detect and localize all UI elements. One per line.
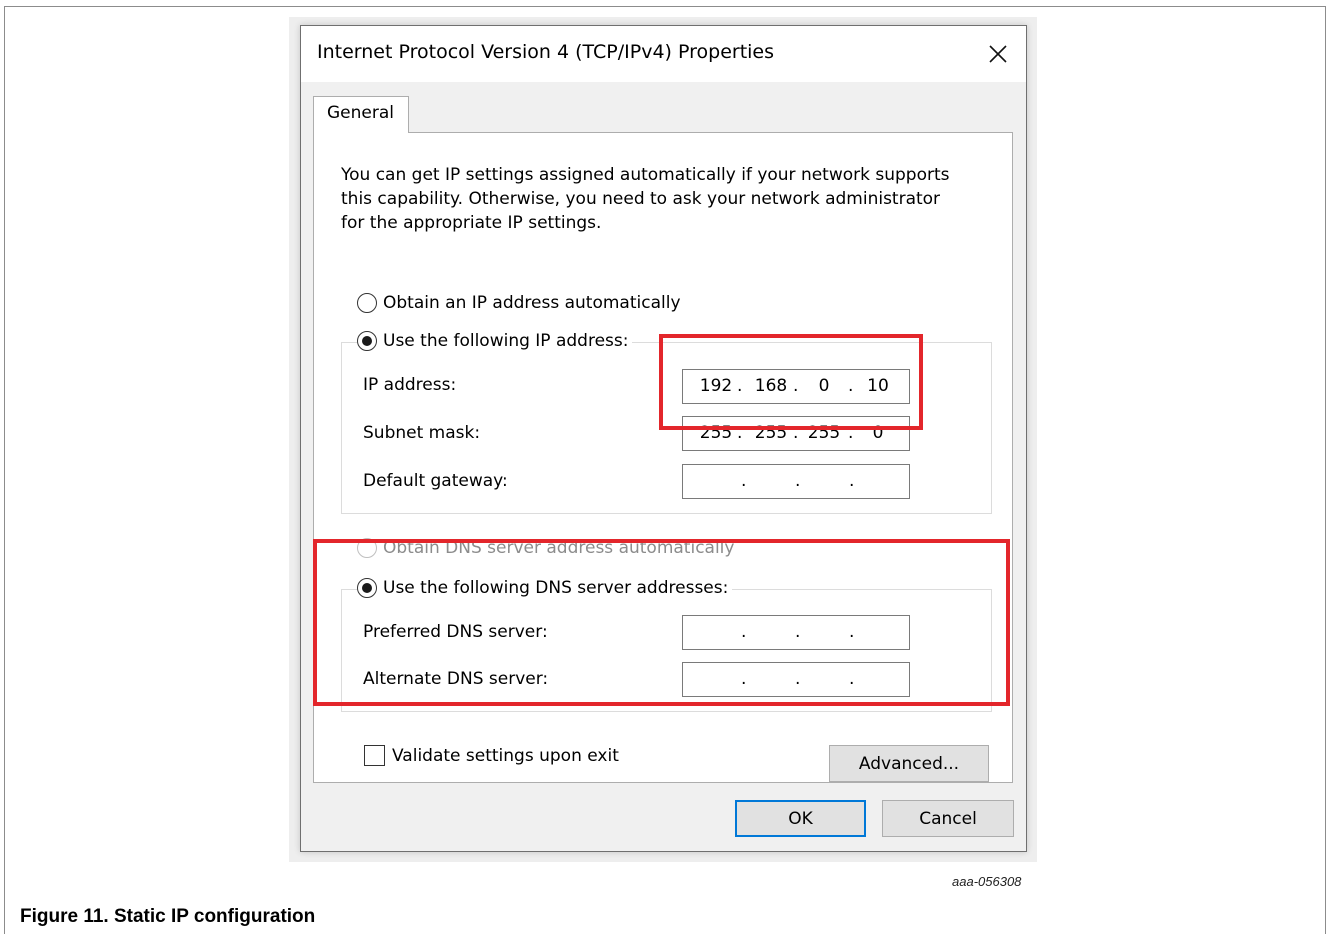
advanced-button[interactable]: Advanced... bbox=[829, 745, 989, 782]
radio-use-ip[interactable] bbox=[357, 331, 377, 351]
figure-id: aaa-056308 bbox=[952, 874, 1022, 889]
close-icon bbox=[989, 45, 1007, 63]
dialog-title: Internet Protocol Version 4 (TCP/IPv4) P… bbox=[317, 41, 775, 63]
ok-button-label: OK bbox=[788, 808, 813, 829]
radio-use-ip-label: Use the following IP address: bbox=[383, 331, 629, 351]
figure-caption: Figure 11. Static IP configuration bbox=[20, 906, 316, 927]
ip-fields-highlight bbox=[659, 334, 923, 430]
validate-settings-label: Validate settings upon exit bbox=[392, 745, 619, 766]
validate-settings-row[interactable]: Validate settings upon exit bbox=[364, 745, 619, 766]
radio-obtain-ip-auto[interactable] bbox=[357, 293, 377, 313]
radio-obtain-ip-auto-row[interactable]: Obtain an IP address automatically bbox=[357, 293, 685, 313]
octet-separator: . bbox=[849, 471, 855, 491]
description-text: You can get IP settings assigned automat… bbox=[341, 165, 950, 233]
title-bar: Internet Protocol Version 4 (TCP/IPv4) P… bbox=[301, 26, 1026, 82]
ipv4-properties-dialog: Internet Protocol Version 4 (TCP/IPv4) P… bbox=[300, 25, 1027, 852]
cancel-button-label: Cancel bbox=[919, 808, 977, 829]
radio-selected-dot bbox=[362, 336, 372, 346]
cancel-button[interactable]: Cancel bbox=[882, 800, 1014, 837]
octet-separator: . bbox=[795, 471, 801, 491]
dns-fields-highlight bbox=[313, 539, 1010, 706]
octet-separator: . bbox=[741, 471, 747, 491]
default-gateway-label: Default gateway: bbox=[363, 471, 508, 491]
advanced-button-label: Advanced... bbox=[858, 753, 960, 774]
default-gateway-field[interactable]: . . . bbox=[682, 464, 910, 499]
ip-address-label: IP address: bbox=[363, 375, 457, 395]
radio-use-ip-row[interactable]: Use the following IP address: bbox=[357, 331, 633, 351]
tab-general[interactable]: General bbox=[313, 96, 409, 133]
subnet-mask-label: Subnet mask: bbox=[363, 423, 481, 443]
close-button[interactable] bbox=[970, 26, 1026, 82]
radio-obtain-ip-auto-label: Obtain an IP address automatically bbox=[383, 293, 681, 313]
ok-button[interactable]: OK bbox=[735, 800, 866, 837]
validate-settings-checkbox[interactable] bbox=[364, 745, 385, 766]
tab-general-label: General bbox=[327, 103, 394, 123]
